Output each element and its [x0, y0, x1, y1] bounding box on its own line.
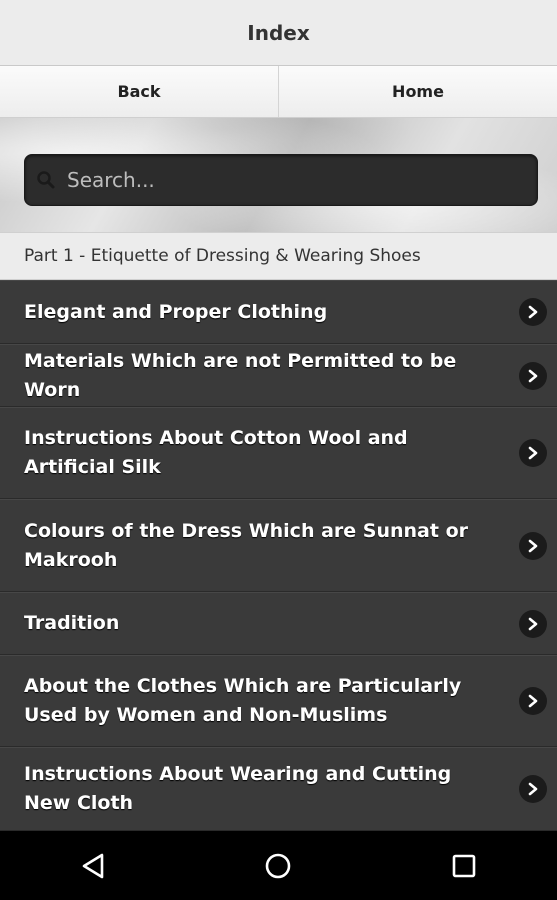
title-bar: Index	[0, 0, 557, 66]
list-item[interactable]: Materials Which are not Permitted to be …	[0, 344, 557, 407]
search-area	[0, 118, 557, 232]
chevron-right-icon	[519, 609, 547, 638]
section-header: Part 1 - Etiquette of Dressing & Wearing…	[0, 232, 557, 280]
chevron-right-icon	[519, 531, 547, 560]
list-item-label: Materials Which are not Permitted to be …	[24, 349, 457, 401]
chevron-right-icon	[519, 439, 547, 467]
topic-list: Elegant and Proper Clothing Materials Wh…	[0, 280, 557, 831]
nav-bar: Back Home	[0, 66, 557, 118]
list-item-label: Instructions About Cotton Wool and Artif…	[24, 427, 408, 478]
list-item[interactable]: Tradition	[0, 592, 557, 655]
list-item-label: Elegant and Proper Clothing	[24, 300, 328, 323]
chevron-right-icon	[519, 687, 547, 715]
recents-square-icon[interactable]	[444, 846, 484, 886]
page-title: Index	[247, 20, 310, 45]
search-input[interactable]	[59, 167, 537, 193]
list-item[interactable]: Instructions About Cotton Wool and Artif…	[0, 407, 557, 499]
chevron-right-icon	[519, 361, 547, 390]
list-item[interactable]: Colours of the Dress Which are Sunnat or…	[0, 499, 557, 592]
back-triangle-icon[interactable]	[73, 846, 113, 886]
list-item-label: About the Clothes Which are Particularly…	[24, 675, 462, 726]
home-button[interactable]: Home	[279, 66, 557, 117]
list-item[interactable]: Instructions About Wearing and Cutting N…	[0, 747, 557, 831]
list-item-label: Tradition	[24, 612, 120, 634]
back-button[interactable]: Back	[0, 66, 279, 117]
search-box[interactable]	[24, 154, 538, 206]
chevron-right-icon	[519, 298, 547, 326]
list-item[interactable]: Elegant and Proper Clothing	[0, 280, 557, 344]
list-item[interactable]: About the Clothes Which are Particularly…	[0, 655, 557, 747]
home-circle-icon[interactable]	[258, 846, 298, 886]
chevron-right-icon	[519, 775, 547, 803]
list-item-label: Colours of the Dress Which are Sunnat or…	[24, 519, 468, 571]
list-item-label: Instructions About Wearing and Cutting N…	[24, 763, 452, 814]
system-navigation-bar	[0, 831, 557, 900]
search-icon	[33, 167, 59, 193]
